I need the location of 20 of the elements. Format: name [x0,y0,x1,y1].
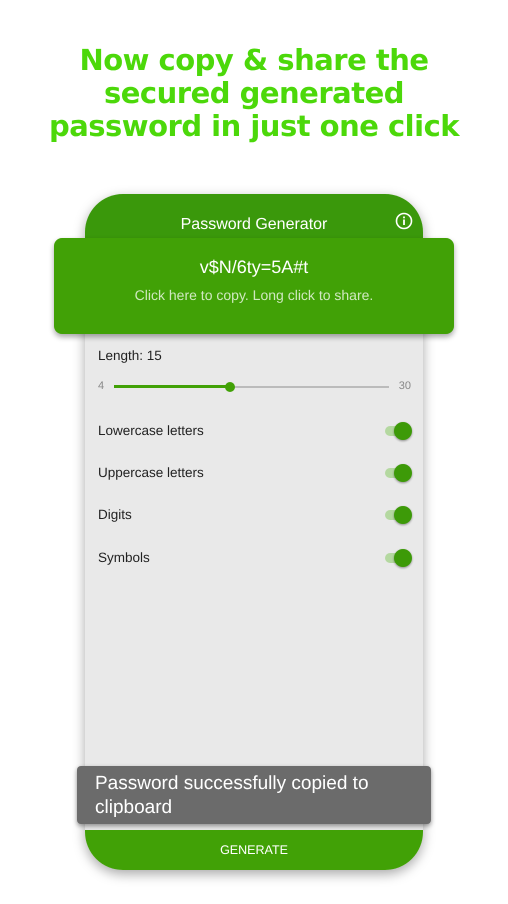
snackbar: Password successfully copied to clipboard [77,766,431,824]
option-label: Lowercase letters [98,422,204,440]
option-label: Uppercase letters [98,464,204,482]
length-label: Length: 15 [98,347,163,365]
min-label: 4 [98,379,104,394]
option-label: Symbols [98,548,150,567]
toggle-switch[interactable] [385,420,411,441]
toggle-switch[interactable] [385,505,411,526]
hint-text: Click here to copy. Long click to share. [134,286,374,305]
max-label: 30 [398,379,411,394]
generate-button[interactable]: GENERATE [85,830,423,870]
slider-thumb[interactable] [225,382,236,392]
info-icon[interactable] [395,212,413,230]
toggle-switch[interactable] [385,548,411,568]
toggle-switch[interactable] [385,463,411,484]
headline: Now copy & share the secured generated password in just one click [48,42,461,143]
password-card[interactable]: v$N/6ty=5A#t Click here to copy. Long click to share. [54,238,454,334]
option-label: Digits [98,506,132,524]
app-title: Password Generator [180,215,328,235]
password-text: v$N/6ty=5A#t [200,256,308,279]
